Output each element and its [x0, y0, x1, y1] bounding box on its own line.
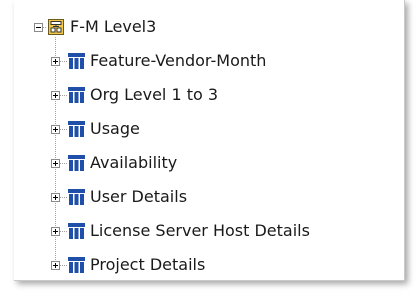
cube-icon — [68, 87, 85, 103]
tree-item-license-server-host-details[interactable]: License Server Host Details — [14, 220, 404, 242]
tree-item-availability[interactable]: Availability — [14, 152, 404, 174]
tree-item-user-details[interactable]: User Details — [14, 186, 404, 208]
tree-item-label: Project Details — [90, 255, 206, 274]
tree-item-usage[interactable]: Usage — [14, 118, 404, 140]
tree-item-label: Org Level 1 to 3 — [90, 85, 219, 104]
cube-icon — [68, 257, 85, 273]
tree-item-feature-vendor-month[interactable]: Feature-Vendor-Month — [14, 50, 404, 72]
cube-icon — [68, 121, 85, 137]
tree-root-label: F-M Level3 — [70, 17, 157, 36]
tree-item-label: Feature-Vendor-Month — [90, 51, 267, 70]
cube-icon — [68, 53, 85, 69]
tree-panel: F-M Level3 Feature-Vendor-Month Org Leve… — [14, 0, 405, 281]
tree-item-label: Availability — [90, 153, 178, 172]
hierarchy-folder-icon — [48, 19, 64, 35]
tree-root-node[interactable]: F-M Level3 — [14, 16, 234, 38]
collapse-toggle-icon[interactable] — [34, 23, 43, 32]
tree-item-label: License Server Host Details — [90, 221, 310, 240]
expand-toggle-icon[interactable] — [51, 125, 60, 134]
tree-item-label: User Details — [90, 187, 188, 206]
expand-toggle-icon[interactable] — [51, 227, 60, 236]
tree-view: F-M Level3 Feature-Vendor-Month Org Leve… — [14, 0, 404, 280]
tree-item-project-details[interactable]: Project Details — [14, 254, 404, 276]
cube-icon — [68, 189, 85, 205]
expand-toggle-icon[interactable] — [51, 57, 60, 66]
expand-toggle-icon[interactable] — [51, 193, 60, 202]
expand-toggle-icon[interactable] — [51, 159, 60, 168]
tree-item-org-level[interactable]: Org Level 1 to 3 — [14, 84, 404, 106]
cube-icon — [68, 223, 85, 239]
expand-toggle-icon[interactable] — [51, 91, 60, 100]
cube-icon — [68, 155, 85, 171]
expand-toggle-icon[interactable] — [51, 261, 60, 270]
tree-item-label: Usage — [90, 119, 140, 138]
